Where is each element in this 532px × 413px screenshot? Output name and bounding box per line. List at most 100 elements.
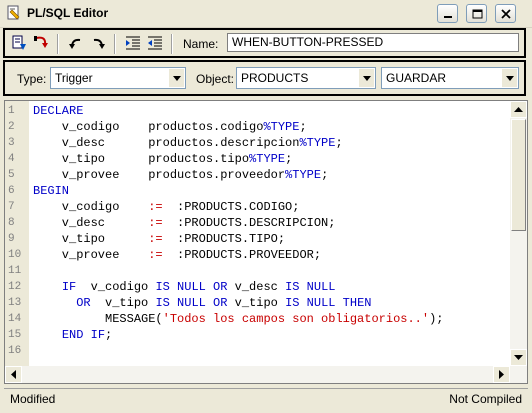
code-token: v_codigo — [76, 280, 156, 294]
type-select-value: Trigger — [55, 71, 93, 85]
scroll-right-button[interactable] — [493, 366, 510, 383]
window-title: PL/SQL Editor — [27, 6, 109, 20]
line-number: 2 — [8, 121, 15, 133]
code-text: v_codigo := :PRODUCTS.CODIGO; — [33, 199, 300, 215]
chevron-down-icon[interactable] — [168, 69, 184, 87]
code-token: IS NULL THEN — [285, 296, 372, 310]
item-select[interactable]: GUARDAR — [381, 67, 519, 89]
code-token: IF — [61, 280, 77, 294]
code-text: v_tipo productos.tipo%TYPE; — [33, 151, 292, 167]
redo-icon[interactable] — [89, 34, 107, 52]
code-token: v_codigo productos.codigo — [33, 120, 264, 134]
code-token: ); — [429, 312, 444, 326]
code-token: DECLARE — [33, 104, 84, 118]
code-token: v_desc productos.descripcion — [33, 136, 300, 150]
close-icon — [501, 9, 511, 19]
code-token: ; — [321, 168, 329, 182]
revert-icon[interactable] — [32, 34, 50, 52]
line-number: 5 — [8, 169, 15, 181]
toolbar-separator — [57, 34, 59, 54]
code-text: v_codigo productos.codigo%TYPE; — [33, 119, 307, 135]
code-text: END IF; — [33, 327, 112, 343]
line-number: 10 — [8, 249, 22, 261]
title-bar[interactable]: PL/SQL Editor — [0, 0, 532, 28]
arrow-right-icon — [499, 370, 504, 379]
line-number: 9 — [8, 233, 15, 245]
object-select[interactable]: PRODUCTS — [236, 67, 376, 89]
minimize-icon — [444, 16, 452, 18]
compile-icon[interactable] — [10, 34, 28, 52]
code-token: IS NULL OR — [155, 296, 228, 310]
code-text: DECLARE — [33, 103, 83, 119]
restore-icon — [472, 9, 483, 19]
code-token: IS NULL OR — [155, 280, 228, 294]
line-number: 15 — [8, 329, 22, 341]
vertical-scroll-thumb[interactable] — [511, 119, 526, 231]
object-select-value: PRODUCTS — [241, 71, 309, 85]
code-token: END IF — [61, 328, 106, 342]
code-token: := — [148, 248, 163, 262]
line-number: 6 — [8, 185, 15, 197]
code-token: v_tipo — [227, 296, 286, 310]
code-token: 'Todos los campos son obligatorios..' — [162, 312, 430, 326]
code-text: v_provee := :PRODUCTS.PROVEEDOR; — [33, 247, 321, 263]
code-token: %TYPE — [299, 136, 336, 150]
code-token: %TYPE — [263, 120, 300, 134]
code-token: := — [148, 200, 163, 214]
code-text: v_desc productos.descripcion%TYPE; — [33, 135, 343, 151]
type-label: Type: — [17, 72, 47, 86]
code-token: %TYPE — [249, 152, 286, 166]
scroll-left-button[interactable] — [5, 366, 22, 383]
line-number: 14 — [8, 313, 22, 325]
outdent-icon[interactable] — [146, 34, 164, 52]
code-text: v_desc := :PRODUCTS.DESCRIPCION; — [33, 215, 336, 231]
horizontal-scrollbar[interactable] — [5, 366, 510, 383]
code-token: ; — [105, 328, 113, 342]
line-number: 12 — [8, 281, 22, 293]
toolbar-separator — [171, 34, 173, 54]
code-token: :PRODUCTS.TIPO; — [162, 232, 286, 246]
scroll-down-button[interactable] — [510, 349, 527, 366]
vertical-scrollbar[interactable] — [510, 101, 527, 383]
minimize-button[interactable] — [437, 4, 458, 23]
code-text: BEGIN — [33, 183, 69, 199]
indent-icon[interactable] — [124, 34, 142, 52]
arrow-down-icon — [514, 355, 523, 360]
scroll-up-button[interactable] — [510, 101, 527, 118]
selector-bar: Type: Trigger Object: PRODUCTS GUARDAR — [3, 60, 526, 96]
line-number: 13 — [8, 297, 22, 309]
chevron-down-icon[interactable] — [358, 69, 374, 87]
code-token: v_tipo — [33, 232, 149, 246]
code-token: v_tipo productos.tipo — [33, 152, 250, 166]
code-token: OR — [76, 296, 91, 310]
code-token: ; — [285, 152, 293, 166]
code-token: :PRODUCTS.CODIGO; — [162, 200, 300, 214]
code-token: BEGIN — [33, 184, 70, 198]
code-token: v_tipo — [90, 296, 156, 310]
type-select[interactable]: Trigger — [50, 67, 186, 89]
code-token: :PRODUCTS.PROVEEDOR; — [162, 248, 322, 262]
line-number: 3 — [8, 137, 15, 149]
maximize-button[interactable] — [466, 4, 487, 23]
name-field[interactable]: WHEN-BUTTON-PRESSED — [227, 33, 519, 52]
close-button[interactable] — [495, 4, 516, 23]
code-editor[interactable]: 1 DECLARE 2 v_codigo productos.codigo%TYPE… — [4, 100, 528, 384]
code-token: IS NULL — [285, 280, 336, 294]
code-token: := — [148, 232, 163, 246]
plsql-editor-window: PL/SQL Editor Name: WHEN-BUTTON-PRESSED … — [0, 0, 532, 413]
arrow-up-icon — [514, 107, 523, 112]
code-token: %TYPE — [285, 168, 322, 182]
code-text: MESSAGE('Todos los campos son obligatori… — [33, 311, 443, 327]
code-token: v_provee productos.proveedor — [33, 168, 286, 182]
arrow-left-icon — [11, 370, 16, 379]
code-token: v_desc — [227, 280, 286, 294]
chevron-down-icon[interactable] — [501, 69, 517, 87]
editor-app-icon — [7, 5, 20, 20]
toolbar: Name: WHEN-BUTTON-PRESSED — [3, 28, 526, 58]
code-token: ; — [299, 120, 307, 134]
line-number: 11 — [8, 265, 22, 277]
undo-icon[interactable] — [67, 34, 85, 52]
